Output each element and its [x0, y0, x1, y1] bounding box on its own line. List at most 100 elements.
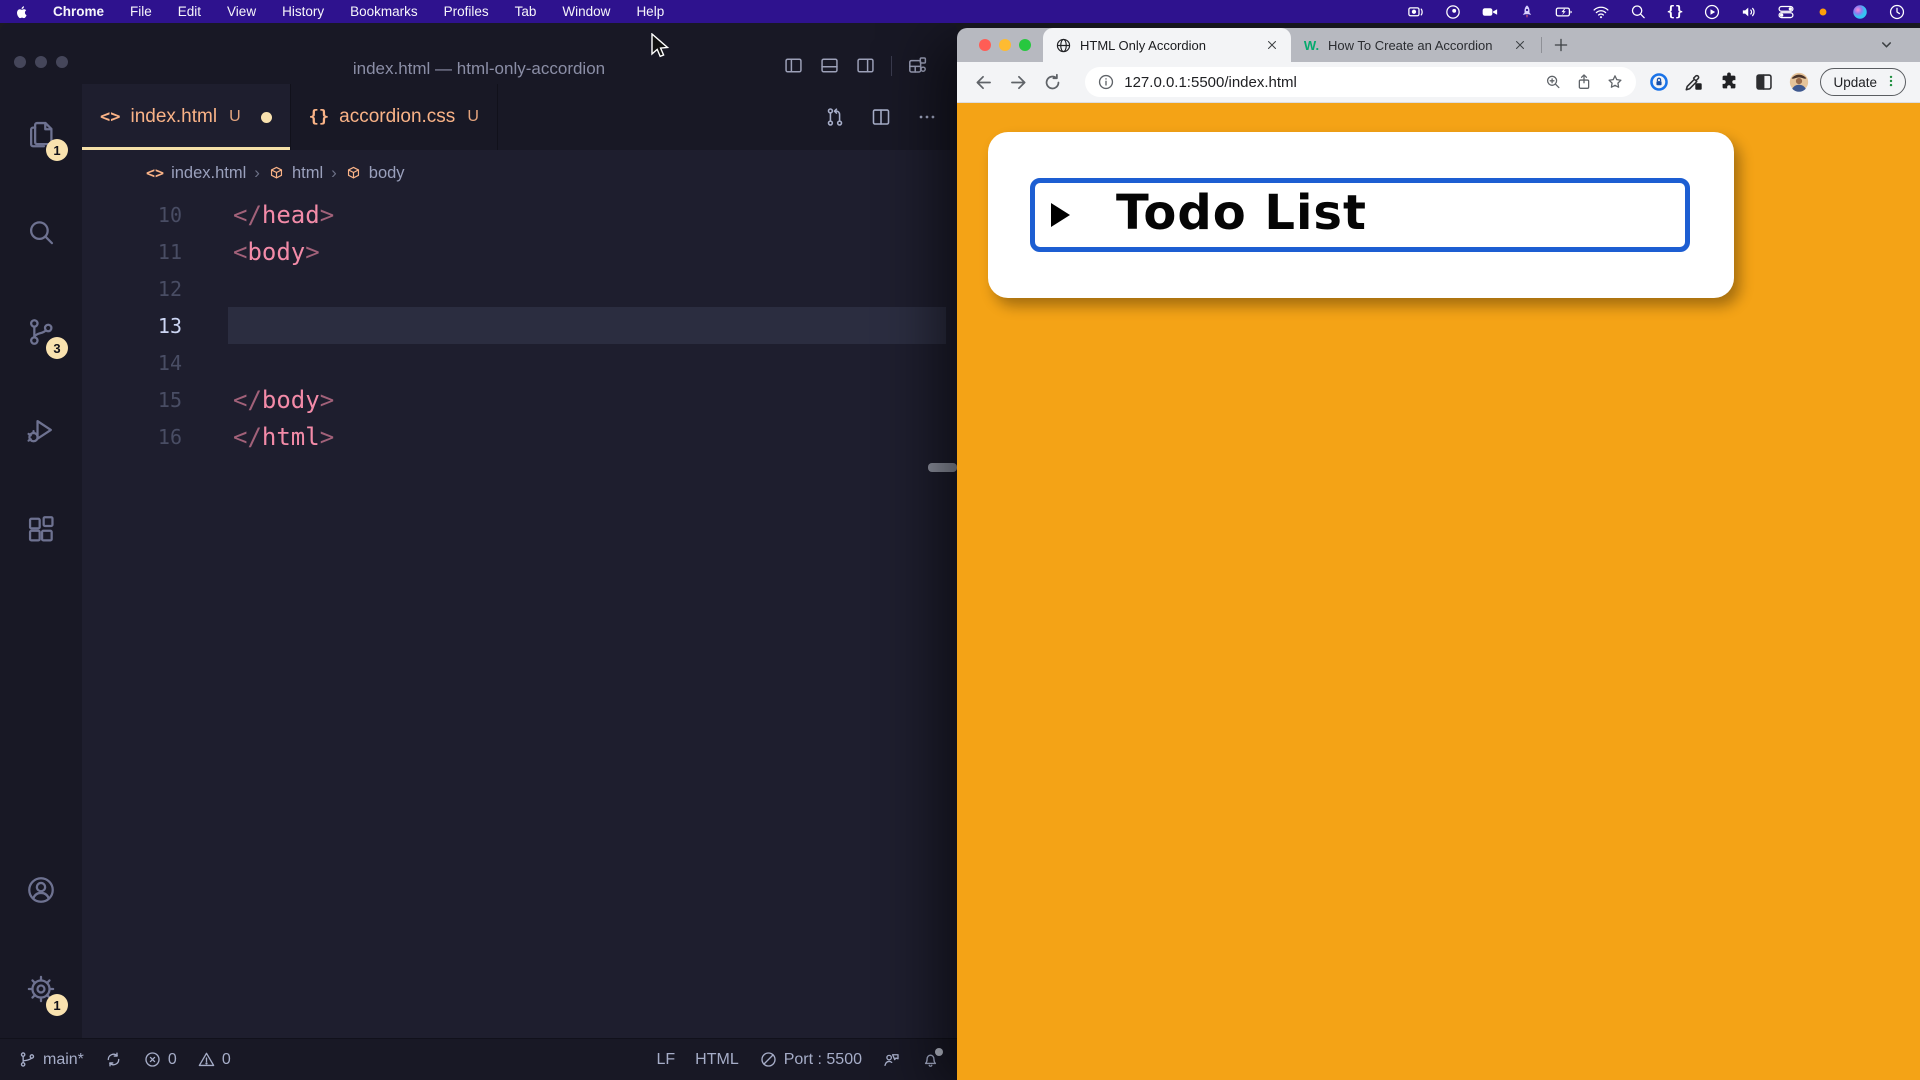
close-tab-icon[interactable] — [1265, 38, 1279, 52]
battery-icon[interactable] — [1555, 3, 1573, 21]
apple-icon[interactable] — [14, 4, 30, 20]
activity-files-icon[interactable]: 1 — [0, 84, 82, 183]
siri-icon[interactable] — [1851, 3, 1869, 21]
forward-icon[interactable] — [1006, 69, 1031, 95]
search-icon[interactable] — [1629, 3, 1647, 21]
menu-bookmarks[interactable]: Bookmarks — [337, 4, 431, 19]
breadcrumb-html[interactable]: html — [268, 164, 323, 183]
code-line-15[interactable]: 15</body> — [82, 381, 958, 418]
line-number: 10 — [82, 203, 182, 227]
breadcrumb-body[interactable]: body — [345, 164, 405, 183]
close-window-button[interactable] — [979, 39, 991, 51]
tab-index-html[interactable]: <>index.htmlU — [82, 84, 291, 150]
code-editor[interactable]: 10</head>11<body>12131415</body>16</html… — [82, 196, 958, 1038]
braces-icon[interactable]: {} — [1666, 3, 1684, 21]
avatar[interactable] — [1788, 71, 1810, 93]
minimize-window-button[interactable] — [999, 39, 1011, 51]
code-line-16[interactable]: 16</html> — [82, 418, 958, 455]
menu-history[interactable]: History — [269, 4, 337, 19]
site-info-icon[interactable] — [1097, 73, 1115, 91]
wifi-icon[interactable] — [1592, 3, 1610, 21]
compare-changes-icon[interactable] — [824, 106, 846, 128]
url-text[interactable]: 127.0.0.1:5500/index.html — [1124, 74, 1535, 91]
activity-source-control-icon[interactable]: 3 — [0, 282, 82, 381]
browser-tab-how-to-create-an-accordion[interactable]: W.How To Create an Accordion — [1291, 28, 1539, 62]
play-circle-icon[interactable] — [1703, 3, 1721, 21]
window-resize-handle[interactable] — [928, 463, 957, 472]
star-icon[interactable] — [1606, 73, 1624, 91]
clock-icon[interactable] — [1888, 3, 1906, 21]
code-line-14[interactable]: 14 — [82, 344, 958, 381]
address-bar[interactable]: 127.0.0.1:5500/index.html — [1085, 67, 1636, 97]
vscode-titlebar[interactable]: index.html — html-only-accordion — [0, 23, 958, 84]
breadcrumb-label: body — [369, 164, 405, 183]
code-line-12[interactable]: 12 — [82, 270, 958, 307]
mic-indicator-dot[interactable] — [1814, 3, 1832, 21]
browser-tab-html-only-accordion[interactable]: HTML Only Accordion — [1043, 28, 1291, 62]
editor-tabs: <>index.htmlU{}accordion.cssU — [82, 84, 498, 150]
status-lf[interactable]: LF — [656, 1051, 675, 1069]
back-icon[interactable] — [971, 69, 996, 95]
tab-accordion-css[interactable]: {}accordion.cssU — [291, 84, 498, 150]
zoom-window-button[interactable] — [1019, 39, 1031, 51]
close-tab-icon[interactable] — [1513, 38, 1527, 52]
status-label: 0 — [222, 1051, 231, 1069]
status-bell[interactable] — [921, 1050, 940, 1069]
volume-icon[interactable] — [1740, 3, 1758, 21]
panel-right-icon[interactable] — [855, 55, 876, 76]
new-tab-button[interactable] — [1548, 32, 1574, 58]
code-line-13[interactable]: 13 — [82, 307, 958, 344]
activity-debug-icon[interactable] — [0, 381, 82, 480]
tab-search-chevron-icon[interactable] — [1879, 37, 1894, 57]
panel-bottom-icon[interactable] — [819, 55, 840, 76]
share-icon[interactable] — [1575, 73, 1593, 91]
debug-icon — [25, 415, 57, 447]
menu-tab[interactable]: Tab — [502, 4, 550, 19]
menu-view[interactable]: View — [214, 4, 269, 19]
breadcrumb-index-html[interactable]: <>index.html — [146, 164, 246, 183]
activity-settings-gear-icon[interactable]: 1 — [0, 939, 82, 1038]
live-server-icon — [759, 1050, 778, 1069]
control-center-icon[interactable] — [1777, 3, 1795, 21]
rocket-icon[interactable] — [1518, 3, 1536, 21]
update-button[interactable]: Update — [1820, 68, 1906, 96]
menu-edit[interactable]: Edit — [165, 4, 214, 19]
status-sync[interactable] — [104, 1050, 123, 1069]
code-line-10[interactable]: 10</head> — [82, 196, 958, 233]
menu-window[interactable]: Window — [549, 4, 623, 19]
unsaved-dot-icon[interactable] — [261, 112, 272, 123]
split-editor-icon[interactable] — [870, 106, 892, 128]
status-error[interactable]: 0 — [143, 1050, 177, 1069]
menu-file[interactable]: File — [117, 4, 165, 19]
status-warning[interactable]: 0 — [197, 1050, 231, 1069]
menu-chrome[interactable]: Chrome — [40, 4, 117, 19]
reload-icon[interactable] — [1041, 69, 1066, 95]
privacy-badge-icon[interactable] — [1648, 71, 1670, 93]
account-icon — [25, 874, 57, 906]
line-number: 11 — [82, 240, 182, 264]
kebab-menu-icon[interactable] — [1884, 74, 1898, 91]
activity-search-icon[interactable] — [0, 183, 82, 282]
menubar-items: ChromeFileEditViewHistoryBookmarksProfil… — [40, 4, 677, 19]
puzzle-icon[interactable] — [1718, 71, 1740, 93]
video-camera-icon[interactable] — [1481, 3, 1499, 21]
panel-left-icon[interactable] — [783, 55, 804, 76]
status-live-server[interactable]: Port : 5500 — [759, 1050, 862, 1069]
status-html[interactable]: HTML — [695, 1051, 739, 1069]
todo-accordion-summary[interactable]: Todo List — [1030, 178, 1690, 252]
more-actions-icon[interactable] — [916, 106, 938, 128]
status-feedback[interactable] — [882, 1050, 901, 1069]
reader-icon[interactable] — [1753, 71, 1775, 93]
code-line-11[interactable]: 11<body> — [82, 233, 958, 270]
record-target-icon[interactable] — [1444, 3, 1462, 21]
menu-help[interactable]: Help — [623, 4, 677, 19]
eyedropper-icon[interactable] — [1683, 71, 1705, 93]
menu-profiles[interactable]: Profiles — [431, 4, 502, 19]
zoom-icon[interactable] — [1544, 73, 1562, 91]
customize-layout-icon[interactable] — [907, 55, 928, 76]
status-branch[interactable]: main* — [18, 1050, 84, 1069]
activity-account-icon[interactable] — [0, 840, 82, 939]
chrome-window-controls[interactable] — [979, 39, 1031, 51]
screen-record-icon[interactable] — [1407, 3, 1425, 21]
activity-extensions-icon[interactable] — [0, 480, 82, 579]
